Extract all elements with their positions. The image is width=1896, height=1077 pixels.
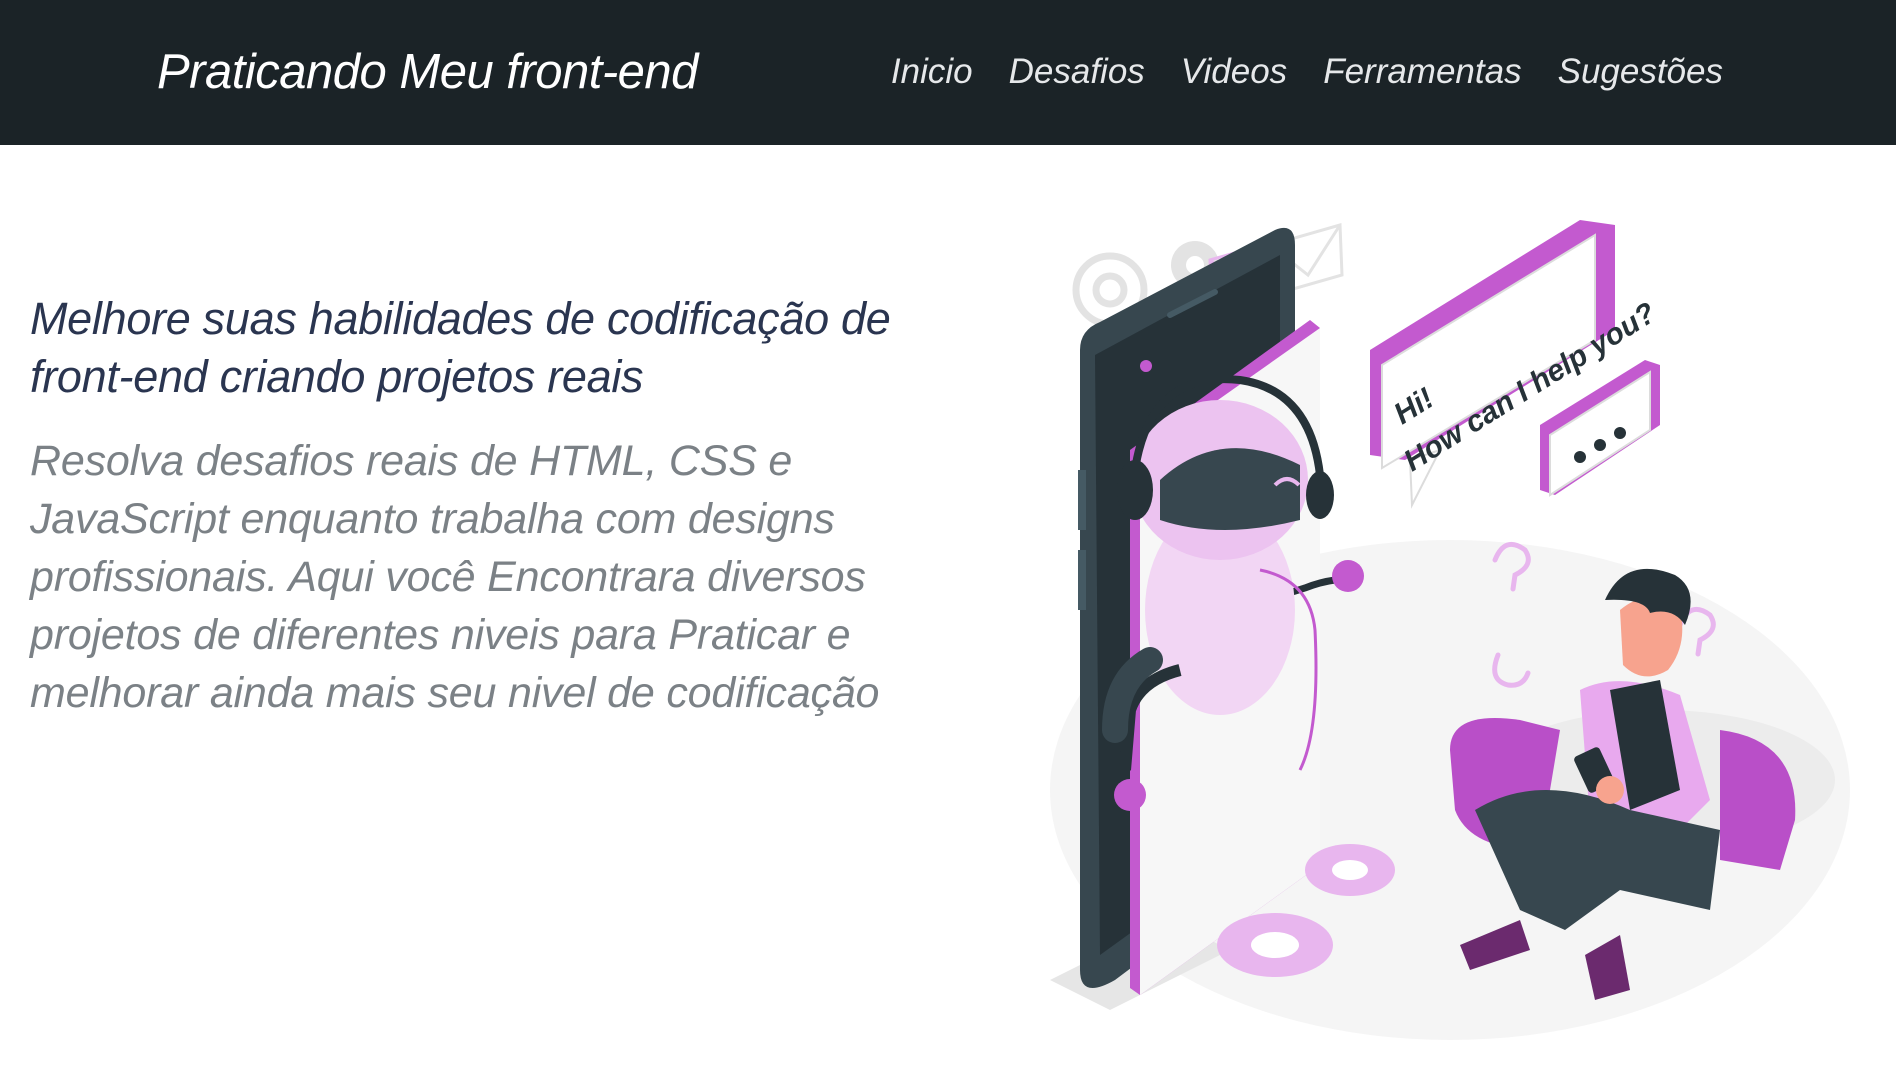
hero-illustration: Hi! How can I help you? — [1020, 210, 1880, 1060]
nav-link-sugestoes[interactable]: Sugestões — [1558, 47, 1723, 97]
site-title[interactable]: Praticando Meu front-end — [157, 40, 698, 104]
chat-bubble-icon: Hi! How can I help you? — [1370, 220, 1662, 509]
nav-link-desafios[interactable]: Desafios — [1009, 47, 1145, 97]
hero-headline: Melhore suas habilidades de codificação … — [30, 293, 891, 402]
hero-description: Resolva desafios reais de HTML, CSS e Ja… — [30, 437, 880, 717]
nav-link-videos[interactable]: Videos — [1181, 47, 1287, 97]
gear-icon — [1217, 913, 1333, 977]
top-navbar: Praticando Meu front-end Inicio Desafios… — [0, 0, 1896, 145]
nav-link-inicio[interactable]: Inicio — [891, 47, 973, 97]
nav-link-ferramentas[interactable]: Ferramentas — [1323, 47, 1521, 97]
gear-icon — [1305, 844, 1395, 896]
hero-section: Melhore suas habilidades de codificação … — [30, 290, 970, 722]
main-nav: Inicio Desafios Videos Ferramentas Suges… — [891, 47, 1723, 97]
